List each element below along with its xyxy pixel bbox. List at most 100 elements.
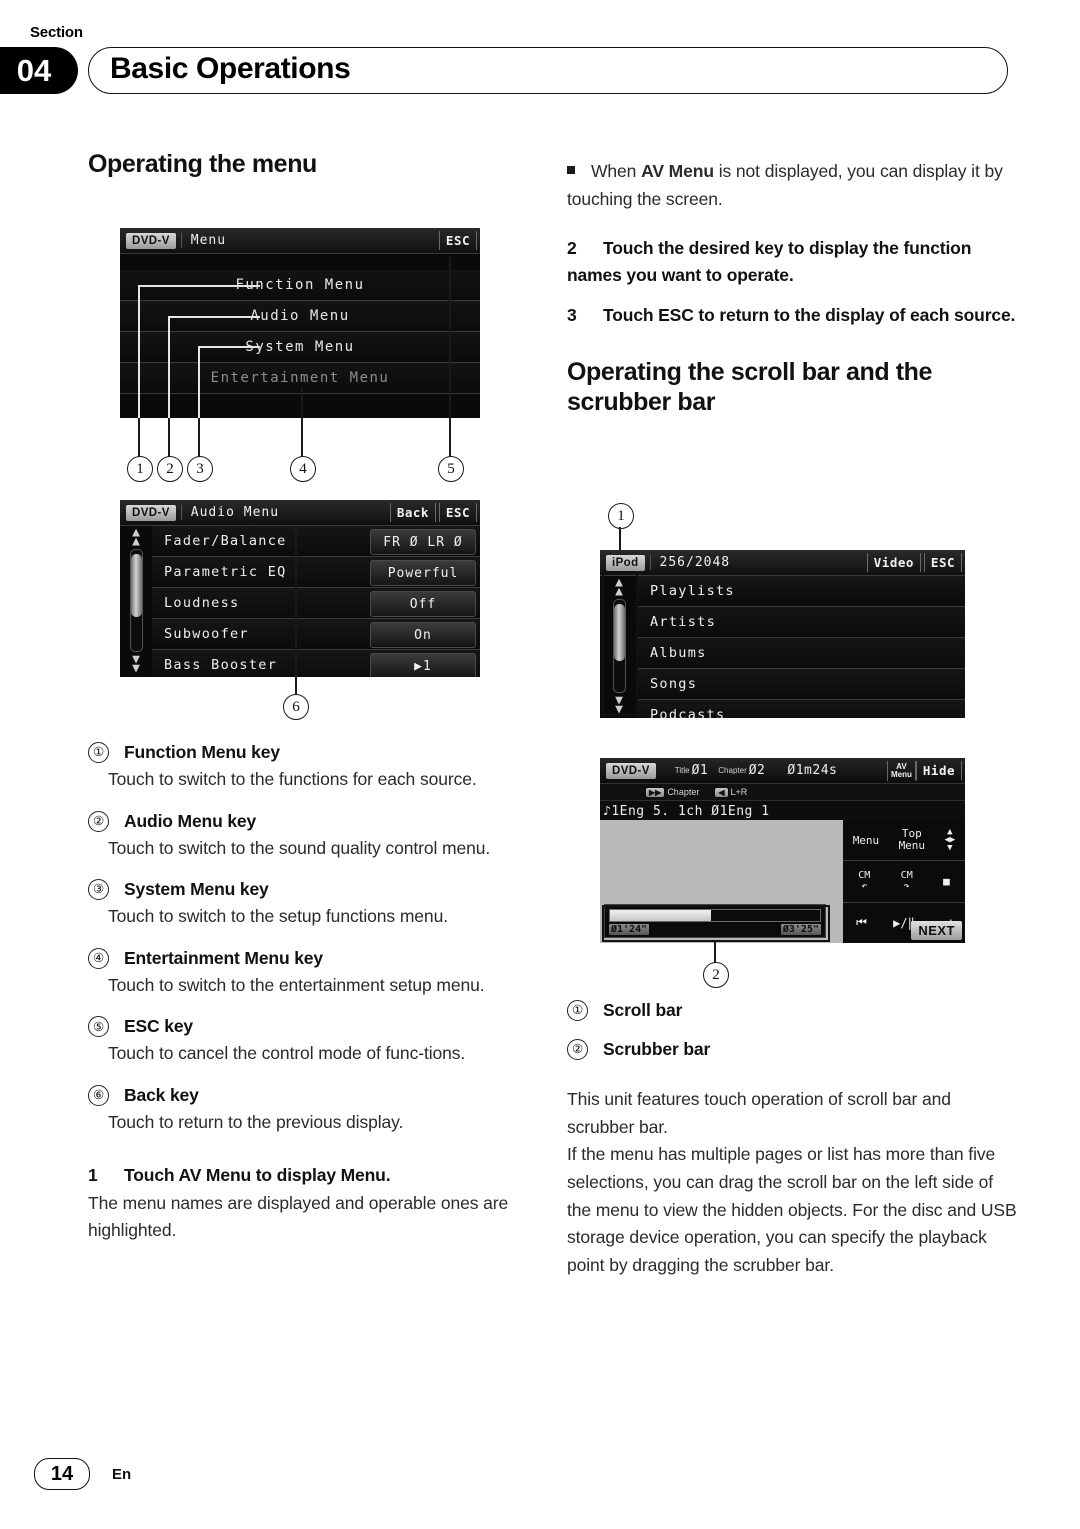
list-item[interactable]: Playlists — [638, 576, 965, 607]
keydef-body: Touch to switch to the setup functions m… — [108, 906, 448, 927]
keydef-body: Touch to return to the previous display. — [108, 1111, 404, 1132]
pad-row-menu: Menu Top Menu ▲ ◀▶ ▼ — [843, 820, 965, 862]
previous-track-icon[interactable]: ⏮ — [856, 915, 867, 930]
left-key-definitions: ① Function Menu key Touch to switch to th… — [88, 742, 530, 1245]
leader-line-1h — [138, 285, 260, 287]
keydef-title: System Menu key — [124, 879, 269, 900]
menu-row-entertainment[interactable]: Entertainment Menu — [120, 363, 480, 394]
source-tag: iPod — [606, 554, 645, 571]
source-tag: DVD-V — [126, 504, 176, 521]
keydef-scroll-bar: ① Scroll bar — [567, 1000, 1019, 1021]
scroll-bar[interactable]: ▲ ▲ ▼ ▼ — [122, 526, 150, 675]
row-value[interactable]: ▶1 — [370, 653, 476, 677]
right-heading: Operating the scroll bar and the scrubbe… — [567, 358, 933, 416]
audio-indicator-label: L+R — [730, 787, 748, 797]
row-label: Podcasts — [650, 707, 726, 718]
callout-5: 5 — [438, 456, 464, 482]
row-label: Albums — [650, 645, 707, 661]
keydef-title: Audio Menu key — [124, 810, 257, 831]
page-title: Basic Operations — [110, 52, 351, 85]
menu-button[interactable]: Menu — [853, 834, 880, 847]
keydef-body: Touch to switch to the functions for eac… — [108, 769, 477, 789]
next-button[interactable]: NEXT — [911, 921, 962, 940]
elapsed-time: Ø1m24s — [787, 763, 838, 778]
callout-leader-scrubber — [714, 942, 716, 964]
esc-button[interactable]: ESC — [438, 503, 477, 522]
circled-number: ② — [567, 1039, 588, 1060]
circled-number: ⑤ — [88, 1016, 109, 1038]
callout-leader-3 — [198, 418, 200, 458]
list-item[interactable]: Loudness Off — [152, 588, 480, 619]
keydef-title: Scrubber bar — [603, 1039, 711, 1059]
top-menu-line2: Menu — [898, 839, 926, 853]
lcd-audio-menu: DVD-V Audio Menu Back ESC Fader/Balance … — [120, 500, 480, 677]
step-3-text: Touch ESC to return to the display of ea… — [603, 304, 1016, 325]
keydef-system-menu: ③ System Menu key Touch to switch to the … — [88, 879, 530, 930]
keydef-audio-menu: ② Audio Menu key Touch to switch to the s… — [88, 810, 530, 862]
list-item[interactable]: Podcasts — [638, 700, 965, 718]
keydef-title: Function Menu key — [124, 742, 280, 762]
step-1-number: 1 — [88, 1164, 98, 1185]
row-label: Songs — [650, 676, 698, 692]
audio-indicator: ◀ L+R — [715, 787, 747, 797]
source-tag: DVD-V — [606, 762, 656, 779]
chevron-up-icon[interactable]: ▲ ▲ — [132, 526, 140, 548]
chevron-down-icon[interactable]: ▼ ▼ — [132, 653, 140, 675]
menu-row-system[interactable]: System Menu — [120, 332, 480, 363]
row-value[interactable]: Off — [370, 591, 476, 617]
stop-button[interactable]: ■ — [943, 875, 950, 888]
callout-leader-4 — [301, 388, 303, 458]
list-item[interactable]: Songs — [638, 669, 965, 700]
callout-2-scrubber: 2 — [703, 962, 729, 988]
hide-button[interactable]: Hide — [915, 761, 962, 780]
chapter-chip-icon: ▶▶ — [646, 788, 665, 797]
figure-dvd-screen: DVD-V Title Ø1 Chapter Ø2 Ø1m24s AV Menu… — [600, 758, 965, 988]
esc-button[interactable]: ESC — [438, 231, 477, 250]
right-para-1: This unit features touch operation of sc… — [567, 1089, 951, 1137]
page-footer: 14 En — [34, 1458, 131, 1490]
figure-ipod-screen: 1 iPod 256/2048 Video ESC Playlists Arti… — [600, 503, 965, 718]
list-item[interactable]: Parametric EQ Powerful — [152, 557, 480, 588]
dvd-info-line: ♪1Eng 5. 1ch Ø1Eng 1 — [600, 801, 965, 822]
back-button[interactable]: Back — [389, 503, 436, 522]
section-number-badge: 04 — [0, 47, 78, 94]
scroll-track[interactable] — [129, 549, 143, 652]
step-1-text: Touch AV Menu to display Menu. — [124, 1164, 391, 1185]
row-label: Playlists — [650, 583, 735, 599]
row-value[interactable]: FR Ø LR Ø — [370, 529, 476, 555]
lcd-audio-title: Audio Menu — [180, 505, 279, 520]
circled-number: ① — [88, 742, 109, 763]
av-menu-button[interactable]: AV Menu — [887, 760, 916, 781]
cm-forward-button[interactable]: CM ↷ — [901, 870, 913, 892]
circled-number: ④ — [88, 947, 109, 969]
speaker-icon: ◀ — [715, 788, 728, 797]
callout-6: 6 — [283, 694, 309, 720]
left-heading: Operating the menu — [88, 150, 317, 178]
av-menu-line2: Menu — [891, 769, 912, 779]
list-item[interactable]: Subwoofer On — [152, 619, 480, 650]
callout-2: 2 — [157, 456, 183, 482]
step-1-body: The menu names are displayed and operabl… — [88, 1192, 509, 1241]
top-menu-button[interactable]: Top Menu — [899, 828, 926, 852]
list-item[interactable]: Artists — [638, 607, 965, 638]
leader-line-3h — [198, 346, 260, 348]
chapter-label: Chapter — [718, 766, 747, 775]
dpad-icon[interactable]: ▲ ◀▶ ▼ — [944, 828, 955, 853]
cm-back-button[interactable]: CM ↶ — [858, 870, 870, 892]
scroll-thumb[interactable] — [130, 554, 142, 617]
keydef-body: Touch to switch to the sound quality con… — [108, 837, 491, 858]
list-item[interactable]: Fader/Balance FR Ø LR Ø — [152, 526, 480, 557]
esc-button[interactable]: ESC — [923, 553, 962, 572]
step-3-number: 3 — [567, 304, 577, 325]
scroll-bar-highlight — [602, 571, 638, 716]
circled-number: ③ — [88, 879, 109, 901]
lcd-menu-titlebar: DVD-V Menu ESC — [120, 228, 480, 254]
list-item[interactable]: Albums — [638, 638, 965, 669]
row-value[interactable]: Powerful — [370, 560, 476, 586]
source-tag: DVD-V — [126, 232, 176, 249]
keydef-scrubber-bar: ② Scrubber bar — [567, 1039, 1019, 1060]
video-button[interactable]: Video — [866, 553, 921, 572]
circled-number: ① — [567, 1000, 588, 1021]
row-value[interactable]: On — [370, 622, 476, 648]
list-item[interactable]: Bass Booster ▶1 — [152, 650, 480, 677]
